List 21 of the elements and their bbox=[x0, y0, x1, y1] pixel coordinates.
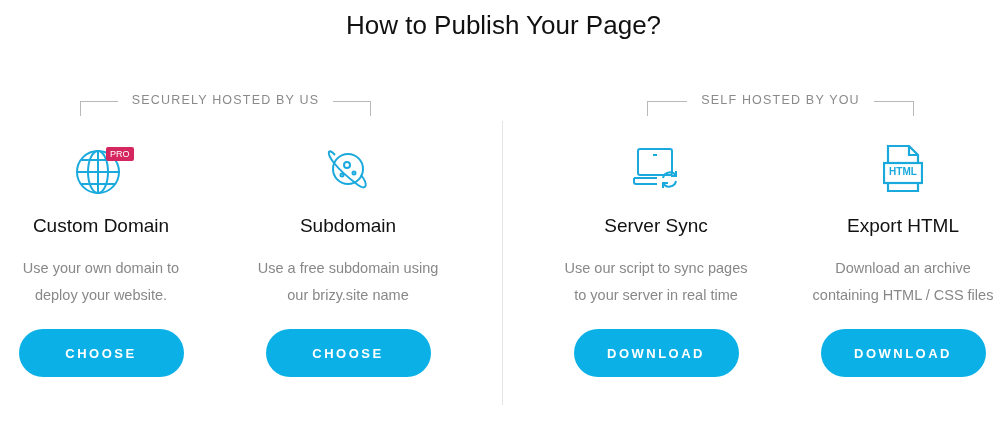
option-title: Custom Domain bbox=[32, 215, 170, 237]
bracket-line bbox=[647, 101, 688, 116]
choose-button[interactable]: CHOOSE bbox=[18, 329, 184, 377]
choose-button[interactable]: CHOOSE bbox=[265, 329, 431, 377]
option-description: Use your own domain to deploy your website. bbox=[21, 259, 181, 305]
pro-badge: PRO bbox=[106, 147, 134, 161]
page-title: How to Publish Your Page? bbox=[344, 9, 663, 42]
option-title: Server Sync bbox=[604, 215, 708, 237]
section-label: SECURELY HOSTED BY US bbox=[130, 93, 321, 107]
choose-button[interactable]: DOWNLOAD bbox=[820, 329, 986, 377]
bracket-line bbox=[873, 101, 914, 116]
option-description: Use a free subdomain using our brizy.site name bbox=[256, 259, 440, 305]
option-description: Download an archive containing HTML / CSS files bbox=[811, 259, 995, 305]
option-title: Subdomain bbox=[299, 215, 397, 237]
option-description: Use our script to sync pages to your server in real time bbox=[563, 259, 749, 305]
laptop-sync-icon bbox=[633, 148, 679, 190]
bracket-line bbox=[80, 101, 118, 116]
choose-button[interactable]: DOWNLOAD bbox=[573, 329, 739, 377]
bracket-line bbox=[333, 101, 371, 116]
option-title: Export HTML bbox=[847, 215, 959, 237]
section-label: SELF HOSTED BY YOU bbox=[700, 93, 861, 107]
